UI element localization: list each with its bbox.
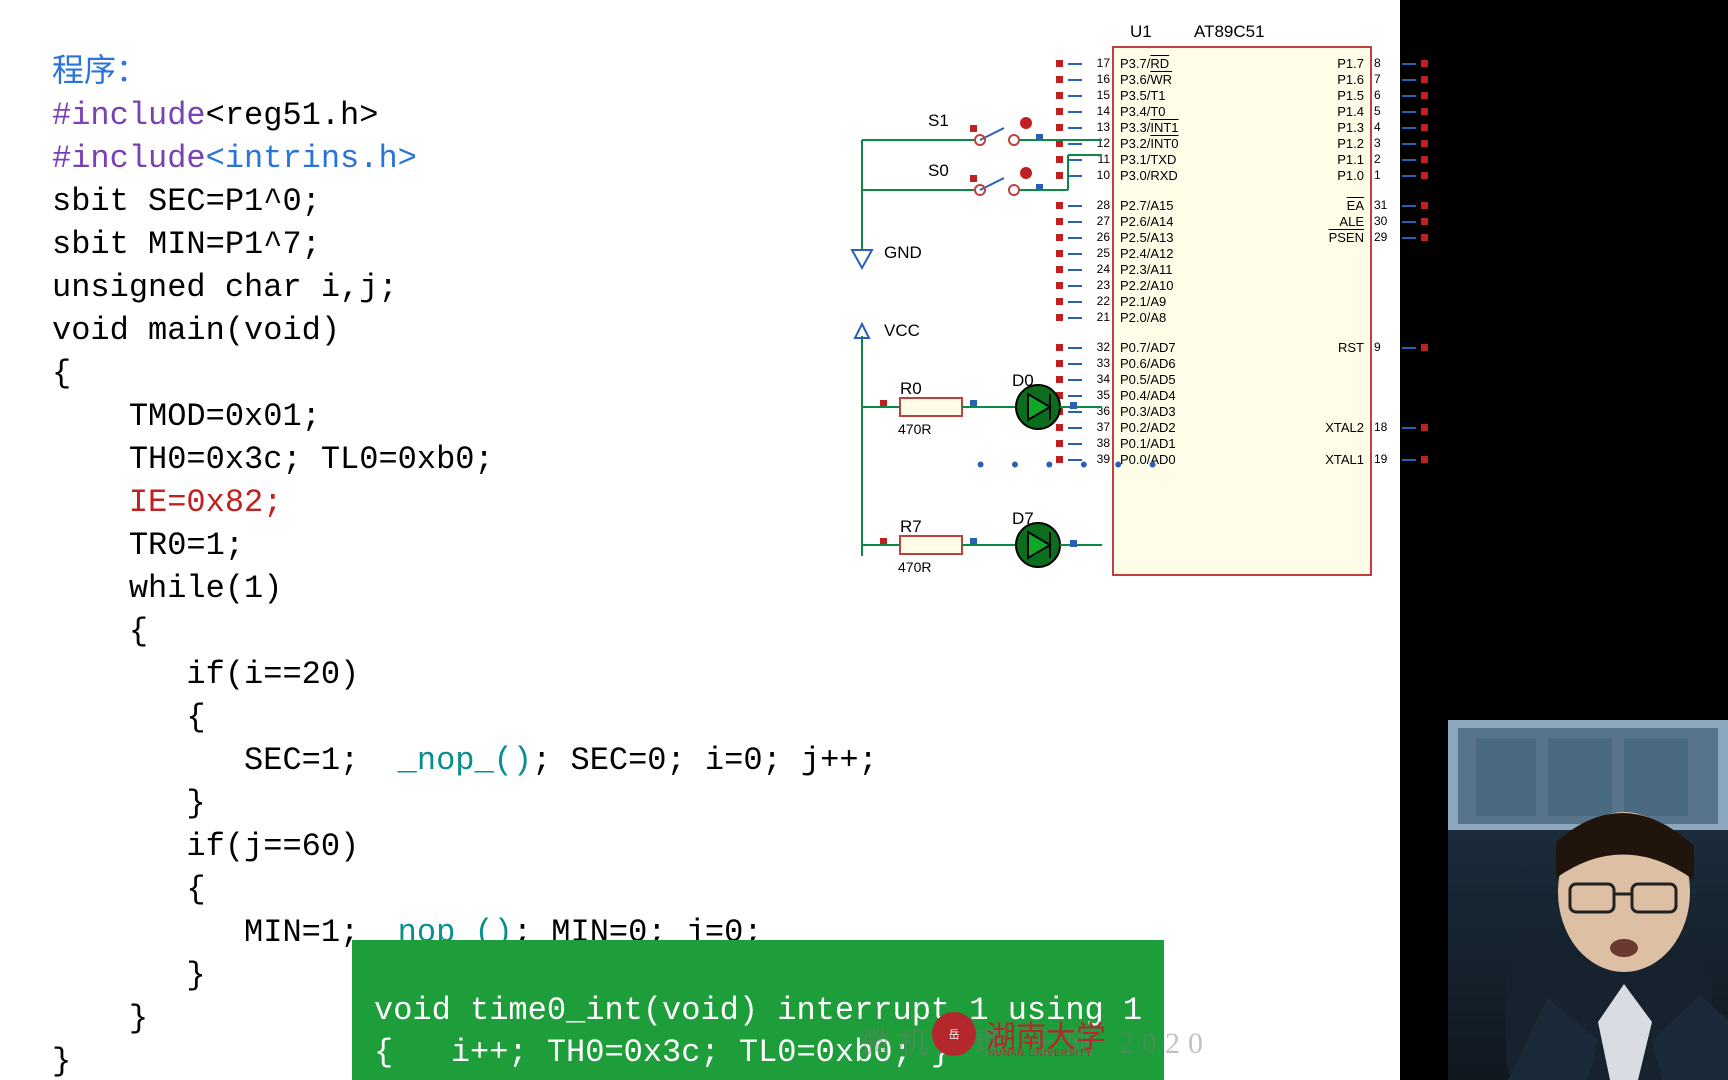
code-line: } [52, 1000, 148, 1037]
code-line: ; SEC=0; i=0; j++; [532, 742, 878, 779]
svg-text:R0: R0 [900, 379, 922, 398]
svg-text:S1: S1 [928, 111, 949, 130]
svg-text:470R: 470R [898, 559, 931, 575]
slide-area: 程序： #include<reg51.h> #include<intrins.h… [0, 0, 1400, 1080]
code-line: if(j==60) [52, 828, 359, 865]
university-name-en: HUNAN UNIVERSITY [988, 1048, 1093, 1058]
code-line: sbit SEC=P1^0; [52, 183, 321, 220]
code-line: } [52, 785, 206, 822]
code-line: } [52, 957, 206, 994]
code-line: TH0=0x3c; TL0=0xb0; [52, 441, 494, 478]
code-line: unsigned char i,j; [52, 269, 398, 306]
led-d0: D0 [1012, 371, 1102, 429]
code-line: MIN=1; [52, 914, 378, 951]
code-line: TR0=1; [52, 527, 244, 564]
webcam-overlay [1448, 720, 1728, 1080]
svg-text:R7: R7 [900, 517, 922, 536]
resistor-r0: R0 470R [862, 379, 1018, 437]
code-line-ie: IE=0x82; [52, 484, 282, 521]
hdr-reg51: <reg51.h> [206, 97, 379, 134]
code-line: { [52, 355, 71, 392]
svg-text:VCC: VCC [884, 321, 920, 340]
code-line: { [52, 699, 206, 736]
nop-call-1: _nop_() [398, 742, 532, 779]
university-logo: 岳 湖南大学 HUNAN UNIVERSITY [932, 1012, 1106, 1056]
led-d7: D7 [1012, 509, 1102, 567]
svg-text:GND: GND [884, 243, 922, 262]
stage: 程序： #include<reg51.h> #include<intrins.h… [0, 0, 1728, 1080]
code-line: { [52, 871, 206, 908]
kw-include-2: #include [52, 140, 206, 177]
code-line: sbit MIN=P1^7; [52, 226, 321, 263]
svg-text:S0: S0 [928, 161, 949, 180]
code-line: SEC=1; [52, 742, 398, 779]
code-line: { [52, 613, 148, 650]
code-line: if(i==20) [52, 656, 359, 693]
hdr-intrins: <intrins.h> [206, 140, 417, 177]
code-line: void main(void) [52, 312, 340, 349]
logo-seal-icon: 岳 [932, 1012, 976, 1056]
schematic: U1 AT89C51 17P3.7/RDP1.7816P3.6/WRP1.671… [702, 18, 1382, 578]
svg-text:470R: 470R [898, 421, 931, 437]
kw-include-1: #include [52, 97, 206, 134]
wire-area: S1 S0 [702, 18, 1382, 578]
code-title: 程序： [52, 54, 148, 91]
ellipsis-dots: • • • • • • [974, 454, 1163, 479]
code-line: } [52, 1043, 71, 1080]
code-line: TMOD=0x01; [52, 398, 321, 435]
resistor-r7: R7 470R [862, 517, 1018, 575]
code-line: while(1) [52, 570, 282, 607]
